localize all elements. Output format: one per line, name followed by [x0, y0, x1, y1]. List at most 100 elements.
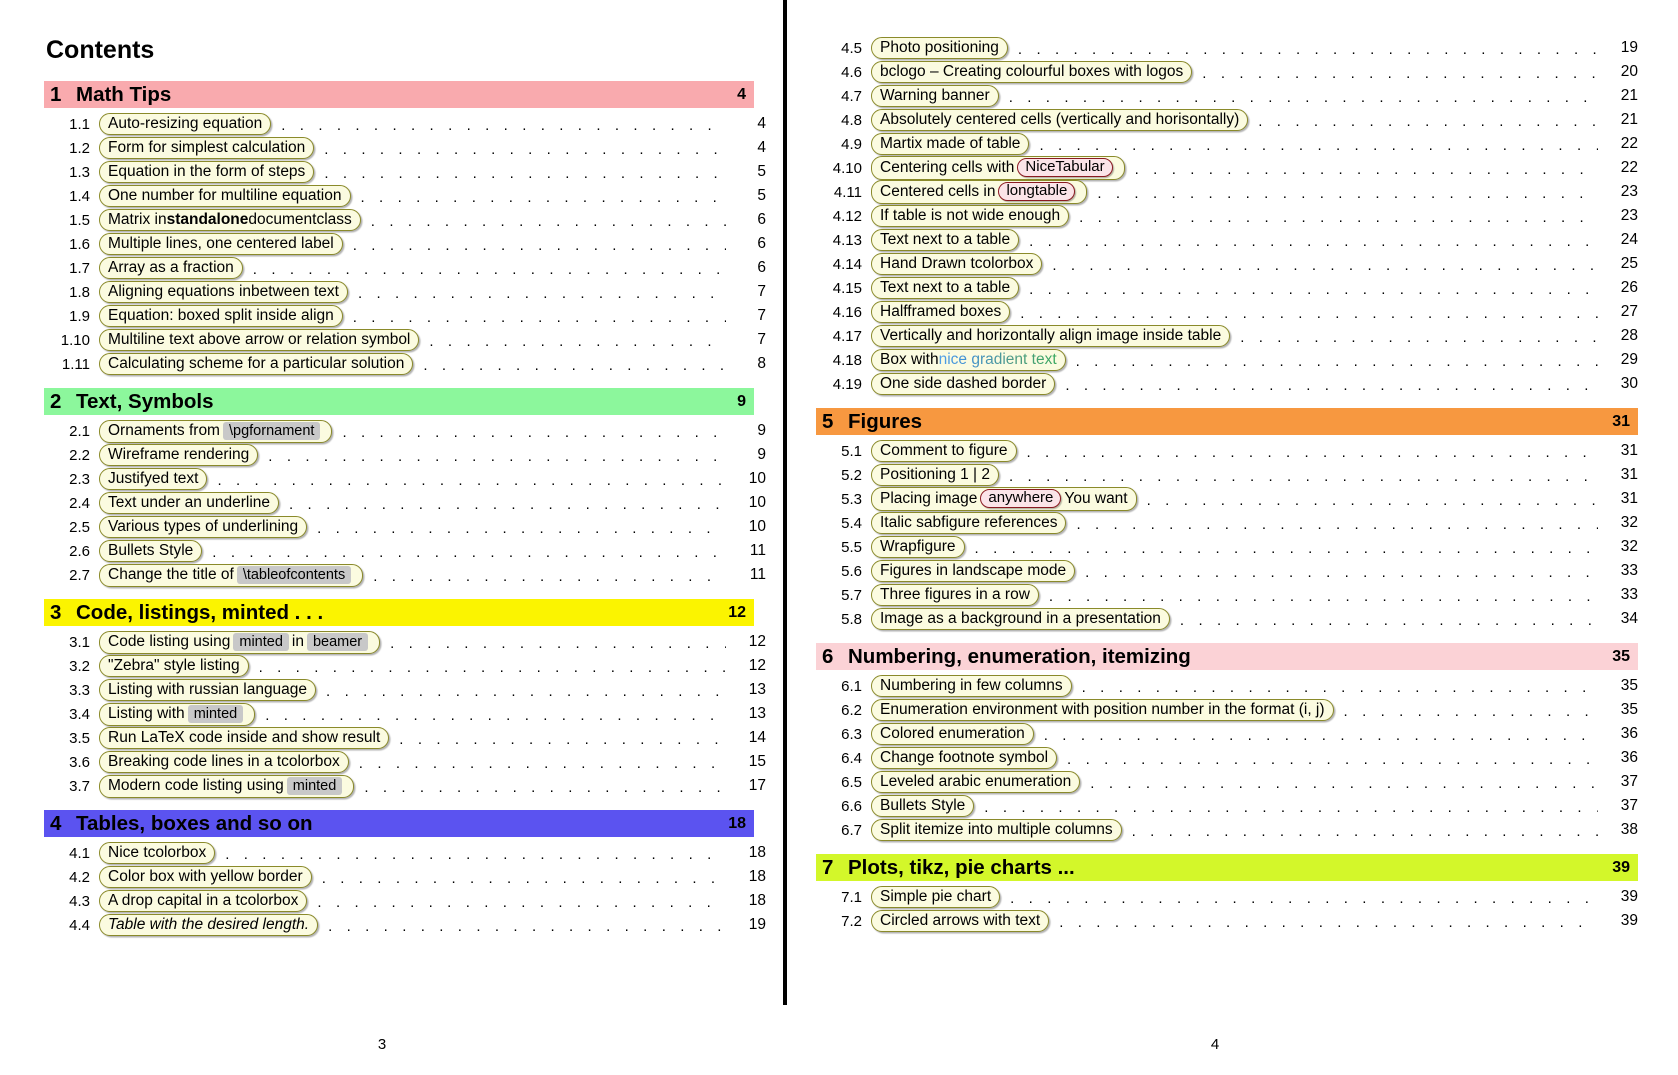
- entry-title-box[interactable]: Form for simplest calculation: [99, 137, 315, 159]
- toc-entry-row[interactable]: 6.1 Numbering in few columns . . . . . . .…: [816, 674, 1638, 698]
- entry-title-box[interactable]: Comment to figure: [871, 440, 1017, 462]
- entry-title-box[interactable]: Figures in landscape mode: [871, 560, 1076, 582]
- entry-title-box[interactable]: Equation: boxed split inside align: [99, 305, 343, 327]
- section-header-4[interactable]: 4 Tables, boxes and so on 18: [44, 810, 754, 837]
- toc-entry-row[interactable]: 2.6 Bullets Style . . . . . . . . . . . . …: [44, 539, 766, 563]
- entry-title-box[interactable]: Matrix in standalone documentclass: [99, 209, 361, 231]
- entry-title-box[interactable]: Centered cells in longtable: [871, 180, 1088, 204]
- toc-entry-row[interactable]: 6.2 Enumeration environment with position…: [816, 698, 1638, 722]
- entry-title-box[interactable]: Array as a fraction: [99, 257, 243, 279]
- entry-title-box[interactable]: Justifyed text: [99, 468, 208, 490]
- entry-title-box[interactable]: Positioning 1 | 2: [871, 464, 1000, 486]
- toc-entry-row[interactable]: 6.6 Bullets Style . . . . . . . . . . . . …: [816, 794, 1638, 818]
- entry-title-box[interactable]: Centering cells with NiceTabular: [871, 156, 1125, 180]
- entry-title-box[interactable]: bclogo – Creating colourful boxes with l…: [871, 61, 1193, 83]
- entry-title-box[interactable]: Text under an underline: [99, 492, 280, 514]
- entry-title-box[interactable]: Breaking code lines in a tcolorbox: [99, 751, 349, 773]
- toc-entry-row[interactable]: 4.18 Box with nice gradient text . . . . .…: [816, 348, 1638, 372]
- entry-title-box[interactable]: Code listing using minted in beamer: [99, 630, 381, 654]
- toc-entry-row[interactable]: 2.1 Ornaments from \pgfornament . . . . . …: [44, 419, 766, 443]
- entry-title-box[interactable]: Wireframe rendering: [99, 444, 259, 466]
- entry-title-box[interactable]: Color box with yellow border: [99, 866, 312, 888]
- section-header-6[interactable]: 6 Numbering, enumeration, itemizing 35: [816, 643, 1638, 670]
- entry-title-box[interactable]: Run LaTeX code inside and show result: [99, 727, 390, 749]
- toc-entry-row[interactable]: 4.13 Text next to a table . . . . . . . . …: [816, 228, 1638, 252]
- section-header-1[interactable]: 1 Math Tips 4: [44, 81, 754, 108]
- entry-title-box[interactable]: Halfframed boxes: [871, 301, 1011, 323]
- toc-entry-row[interactable]: 3.5 Run LaTeX code inside and show result…: [44, 726, 766, 750]
- toc-entry-row[interactable]: 2.2 Wireframe rendering . . . . . . . . . …: [44, 443, 766, 467]
- entry-title-box[interactable]: Listing with minted: [99, 702, 256, 726]
- toc-entry-row[interactable]: 4.2 Color box with yellow border . . . . .…: [44, 865, 766, 889]
- entry-title-box[interactable]: Colored enumeration: [871, 723, 1034, 745]
- toc-entry-row[interactable]: 1.2 Form for simplest calculation . . . . …: [44, 136, 766, 160]
- toc-entry-row[interactable]: 1.3 Equation in the form of steps . . . . …: [44, 160, 766, 184]
- toc-entry-row[interactable]: 5.2 Positioning 1 | 2 . . . . . . . . . . …: [816, 463, 1638, 487]
- toc-entry-row[interactable]: 6.5 Leveled arabic enumeration . . . . . .…: [816, 770, 1638, 794]
- entry-title-box[interactable]: Image as a background in a presentation: [871, 608, 1170, 630]
- toc-entry-row[interactable]: 4.12 If table is not wide enough . . . . .…: [816, 204, 1638, 228]
- entry-title-box[interactable]: Warning banner: [871, 85, 999, 107]
- toc-entry-row[interactable]: 1.11 Calculating scheme for a particular …: [44, 352, 766, 376]
- entry-title-box[interactable]: Italic sabfigure references: [871, 512, 1067, 534]
- toc-entry-row[interactable]: 5.1 Comment to figure . . . . . . . . . . …: [816, 439, 1638, 463]
- toc-entry-row[interactable]: 5.4 Italic sabfigure references . . . . . …: [816, 511, 1638, 535]
- toc-entry-row[interactable]: 6.4 Change footnote symbol . . . . . . . .…: [816, 746, 1638, 770]
- toc-entry-row[interactable]: 4.15 Text next to a table . . . . . . . . …: [816, 276, 1638, 300]
- toc-entry-row[interactable]: 6.3 Colored enumeration . . . . . . . . . …: [816, 722, 1638, 746]
- toc-entry-row[interactable]: 1.1 Auto-resizing equation . . . . . . . .…: [44, 112, 766, 136]
- toc-entry-row[interactable]: 4.6 bclogo – Creating colourful boxes wit…: [816, 60, 1638, 84]
- toc-entry-row[interactable]: 1.10 Multiline text above arrow or relati…: [44, 328, 766, 352]
- toc-entry-row[interactable]: 4.4 Table with the desired length. . . . .…: [44, 913, 766, 937]
- entry-title-box[interactable]: One number for multiline equation: [99, 185, 351, 207]
- entry-title-box[interactable]: Change footnote symbol: [871, 747, 1058, 769]
- toc-entry-row[interactable]: 1.7 Array as a fraction . . . . . . . . . …: [44, 256, 766, 280]
- entry-title-box[interactable]: Martix made of table: [871, 133, 1030, 155]
- toc-entry-row[interactable]: 4.3 A drop capital in a tcolorbox . . . . …: [44, 889, 766, 913]
- entry-title-box[interactable]: Text next to a table: [871, 229, 1020, 251]
- entry-title-box[interactable]: Nice tcolorbox: [99, 842, 216, 864]
- toc-entry-row[interactable]: 4.8 Absolutely centered cells (vertically…: [816, 108, 1638, 132]
- entry-title-box[interactable]: Placing image anywhere You want: [871, 487, 1137, 511]
- toc-entry-row[interactable]: 5.5 Wrapfigure . . . . . . . . . . . . . .…: [816, 535, 1638, 559]
- entry-title-box[interactable]: Vertically and horizontally align image …: [871, 325, 1231, 347]
- toc-entry-row[interactable]: 7.2 Circled arrows with text . . . . . . .…: [816, 909, 1638, 933]
- toc-entry-row[interactable]: 3.7 Modern code listing using minted . . .…: [44, 774, 766, 798]
- toc-entry-row[interactable]: 2.7 Change the title of \tableofcontents.…: [44, 563, 766, 587]
- entry-title-box[interactable]: Box with nice gradient text: [871, 349, 1066, 371]
- toc-entry-row[interactable]: 1.5 Matrix in standalone documentclass . …: [44, 208, 766, 232]
- toc-entry-row[interactable]: 4.10 Centering cells with NiceTabular . . …: [816, 156, 1638, 180]
- toc-entry-row[interactable]: 2.3 Justifyed text . . . . . . . . . . . .…: [44, 467, 766, 491]
- entry-title-box[interactable]: Absolutely centered cells (vertically an…: [871, 109, 1249, 131]
- toc-entry-row[interactable]: 3.1 Code listing using minted in beamer . .…: [44, 630, 766, 654]
- entry-title-box[interactable]: Calculating scheme for a particular solu…: [99, 353, 414, 375]
- toc-entry-row[interactable]: 6.7 Split itemize into multiple columns . …: [816, 818, 1638, 842]
- toc-entry-row[interactable]: 4.11 Centered cells in longtable . . . . .…: [816, 180, 1638, 204]
- toc-entry-row[interactable]: 4.19 One side dashed border . . . . . . . …: [816, 372, 1638, 396]
- entry-title-box[interactable]: Aligning equations inbetween text: [99, 281, 348, 303]
- entry-title-box[interactable]: Leveled arabic enumeration: [871, 771, 1081, 793]
- toc-entry-row[interactable]: 1.6 Multiple lines, one centered label . .…: [44, 232, 766, 256]
- entry-title-box[interactable]: Split itemize into multiple columns: [871, 819, 1122, 841]
- entry-title-box[interactable]: Change the title of \tableofcontents: [99, 563, 364, 587]
- entry-title-box[interactable]: Three figures in a row: [871, 584, 1039, 606]
- toc-entry-row[interactable]: 4.14 Hand Drawn tcolorbox . . . . . . . . …: [816, 252, 1638, 276]
- entry-title-box[interactable]: Multiline text above arrow or relation s…: [99, 329, 420, 351]
- toc-entry-row[interactable]: 3.4 Listing with minted . . . . . . . . . …: [44, 702, 766, 726]
- entry-title-box[interactable]: Ornaments from \pgfornament: [99, 419, 333, 443]
- section-header-3[interactable]: 3 Code, listings, minted . . . 12: [44, 599, 754, 626]
- toc-entry-row[interactable]: 4.7 Warning banner . . . . . . . . . . . .…: [816, 84, 1638, 108]
- section-header-2[interactable]: 2 Text, Symbols 9: [44, 388, 754, 415]
- toc-entry-row[interactable]: 4.9 Martix made of table . . . . . . . . .…: [816, 132, 1638, 156]
- entry-title-box[interactable]: Listing with russian language: [99, 679, 317, 701]
- entry-title-box[interactable]: Wrapfigure: [871, 536, 965, 558]
- entry-title-box[interactable]: Equation in the form of steps: [99, 161, 315, 183]
- entry-title-box[interactable]: Circled arrows with text: [871, 910, 1050, 932]
- entry-title-box[interactable]: Auto-resizing equation: [99, 113, 272, 135]
- toc-entry-row[interactable]: 5.6 Figures in landscape mode . . . . . . …: [816, 559, 1638, 583]
- toc-entry-row[interactable]: 1.4 One number for multiline equation . . …: [44, 184, 766, 208]
- entry-title-box[interactable]: Enumeration environment with position nu…: [871, 699, 1334, 721]
- entry-title-box[interactable]: Text next to a table: [871, 277, 1020, 299]
- toc-entry-row[interactable]: 4.17 Vertically and horizontally align im…: [816, 324, 1638, 348]
- entry-title-box[interactable]: If table is not wide enough: [871, 205, 1070, 227]
